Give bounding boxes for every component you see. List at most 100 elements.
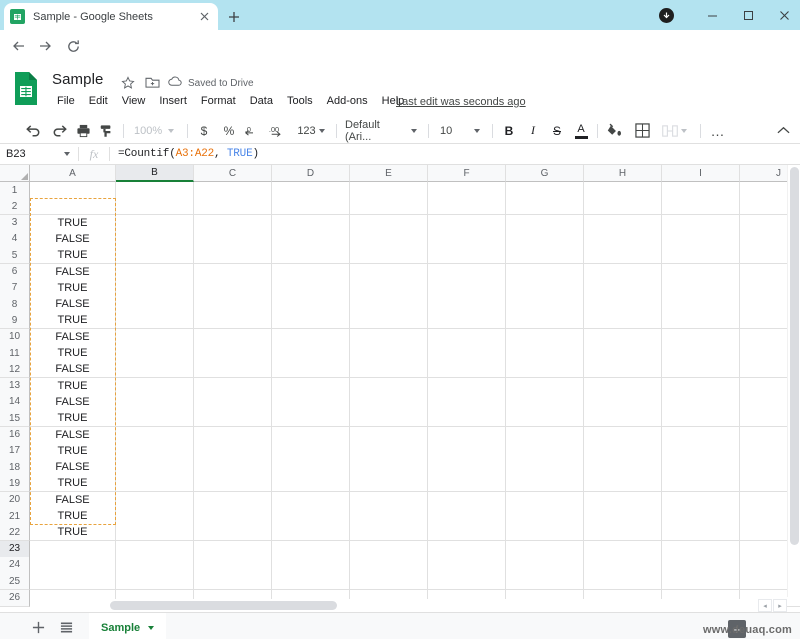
cell-E13[interactable] xyxy=(350,377,428,395)
cell-A9[interactable]: TRUE xyxy=(30,312,116,330)
cell-D2[interactable] xyxy=(272,198,350,216)
spreadsheet-grid[interactable]: ABCDEFGHIJ 1 2 3 4 5 6 7 8 9 10 11 12 13 14 15 16 17 18 19… xyxy=(0,165,800,612)
cell-A25[interactable] xyxy=(30,573,116,591)
cell-I22[interactable] xyxy=(662,524,740,542)
row-header-12[interactable]: 12 xyxy=(0,361,30,379)
cell-A11[interactable]: TRUE xyxy=(30,345,116,362)
cell-B20[interactable] xyxy=(116,491,194,509)
cell-F16[interactable] xyxy=(428,426,506,444)
cell-B21[interactable] xyxy=(116,508,194,525)
cell-H20[interactable] xyxy=(584,491,662,509)
cell-I17[interactable] xyxy=(662,442,740,460)
cell-F7[interactable] xyxy=(428,279,506,297)
decrease-decimal-button[interactable]: .0 xyxy=(241,120,265,141)
cell-E21[interactable] xyxy=(350,508,428,525)
cell-D4[interactable] xyxy=(272,230,350,248)
row-header-15[interactable]: 15 xyxy=(0,410,30,428)
text-color-button[interactable]: A xyxy=(570,120,592,141)
cell-F6[interactable] xyxy=(428,263,506,281)
cell-G23[interactable] xyxy=(506,540,584,558)
cell-C14[interactable] xyxy=(194,393,272,411)
row-header-22[interactable]: 22 xyxy=(0,524,30,542)
cell-D13[interactable] xyxy=(272,377,350,395)
scroll-left-button[interactable]: ◂ xyxy=(758,599,772,612)
cell-F22[interactable] xyxy=(428,524,506,542)
cell-F8[interactable] xyxy=(428,296,506,314)
cell-I8[interactable] xyxy=(662,296,740,314)
cell-I18[interactable] xyxy=(662,459,740,477)
cell-G6[interactable] xyxy=(506,263,584,281)
cell-G2[interactable] xyxy=(506,198,584,216)
cell-H18[interactable] xyxy=(584,459,662,477)
cell-C21[interactable] xyxy=(194,508,272,525)
vertical-scrollbar-thumb[interactable] xyxy=(790,167,799,545)
cell-C25[interactable] xyxy=(194,573,272,591)
cell-G13[interactable] xyxy=(506,377,584,395)
cell-B18[interactable] xyxy=(116,459,194,477)
cell-D25[interactable] xyxy=(272,573,350,591)
cell-E3[interactable] xyxy=(350,214,428,232)
cell-A5[interactable]: TRUE xyxy=(30,247,116,265)
cell-E8[interactable] xyxy=(350,296,428,314)
cell-C6[interactable] xyxy=(194,263,272,281)
collapse-toolbar-button[interactable] xyxy=(772,120,794,141)
cell-I11[interactable] xyxy=(662,345,740,362)
cell-E19[interactable] xyxy=(350,475,428,493)
cell-I25[interactable] xyxy=(662,573,740,591)
cell-I15[interactable] xyxy=(662,410,740,428)
cell-E9[interactable] xyxy=(350,312,428,330)
cell-F15[interactable] xyxy=(428,410,506,428)
font-family-dropdown[interactable]: Default (Ari... xyxy=(341,119,421,143)
increase-decimal-button[interactable]: .00 xyxy=(266,120,292,141)
row-header-10[interactable]: 10 xyxy=(0,328,30,346)
cell-A15[interactable]: TRUE xyxy=(30,410,116,428)
menu-file[interactable]: File xyxy=(50,93,82,109)
cell-F24[interactable] xyxy=(428,556,506,574)
cell-D6[interactable] xyxy=(272,263,350,281)
cell-F19[interactable] xyxy=(428,475,506,493)
sheet-tab-sample[interactable]: Sample xyxy=(89,613,167,639)
cell-G17[interactable] xyxy=(506,442,584,460)
cell-H4[interactable] xyxy=(584,230,662,248)
row-header-4[interactable]: 4 xyxy=(0,230,30,248)
column-header-a[interactable]: A xyxy=(30,165,116,182)
row-header-11[interactable]: 11 xyxy=(0,345,30,362)
cell-B17[interactable] xyxy=(116,442,194,460)
cell-E18[interactable] xyxy=(350,459,428,477)
cell-G3[interactable] xyxy=(506,214,584,232)
italic-button[interactable]: I xyxy=(522,120,544,141)
cell-D3[interactable] xyxy=(272,214,350,232)
window-minimize-button[interactable] xyxy=(692,0,732,30)
cell-H6[interactable] xyxy=(584,263,662,281)
cell-C16[interactable] xyxy=(194,426,272,444)
cell-C9[interactable] xyxy=(194,312,272,330)
cell-D15[interactable] xyxy=(272,410,350,428)
cell-A3[interactable]: TRUE xyxy=(30,214,116,232)
horizontal-scrollbar[interactable] xyxy=(30,599,787,612)
cell-D22[interactable] xyxy=(272,524,350,542)
cell-I12[interactable] xyxy=(662,361,740,379)
cell-F25[interactable] xyxy=(428,573,506,591)
all-sheets-button[interactable] xyxy=(56,617,76,637)
cell-H17[interactable] xyxy=(584,442,662,460)
cell-A2[interactable] xyxy=(30,198,116,216)
menu-addons[interactable]: Add-ons xyxy=(320,93,375,109)
cell-E6[interactable] xyxy=(350,263,428,281)
cell-A4[interactable]: FALSE xyxy=(30,230,116,248)
cell-C4[interactable] xyxy=(194,230,272,248)
cell-B5[interactable] xyxy=(116,247,194,265)
cell-E12[interactable] xyxy=(350,361,428,379)
cell-E24[interactable] xyxy=(350,556,428,574)
cell-I24[interactable] xyxy=(662,556,740,574)
cell-C7[interactable] xyxy=(194,279,272,297)
bold-button[interactable]: B xyxy=(498,120,520,141)
cell-B2[interactable] xyxy=(116,198,194,216)
last-edit-label[interactable]: Last edit was seconds ago xyxy=(396,96,526,108)
cell-B9[interactable] xyxy=(116,312,194,330)
cell-B4[interactable] xyxy=(116,230,194,248)
cell-B8[interactable] xyxy=(116,296,194,314)
cell-B10[interactable] xyxy=(116,328,194,346)
cell-C10[interactable] xyxy=(194,328,272,346)
fill-color-button[interactable] xyxy=(603,120,627,141)
cell-I23[interactable] xyxy=(662,540,740,558)
